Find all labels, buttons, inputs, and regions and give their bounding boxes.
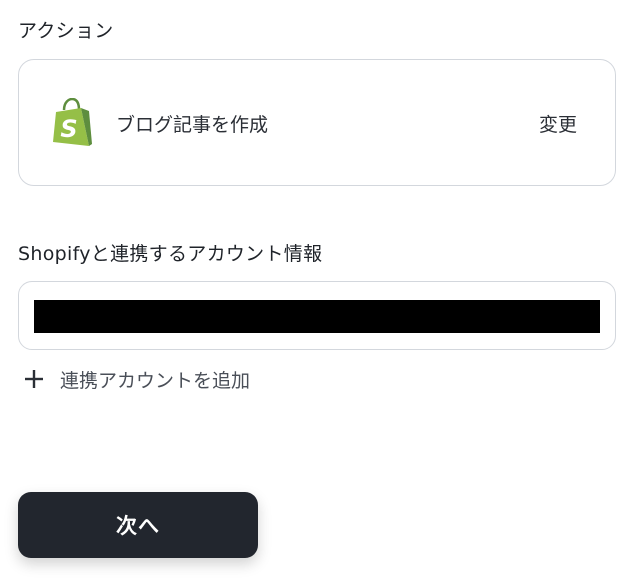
redacted-account-info [34,300,600,333]
action-name: ブログ記事を作成 [116,114,269,136]
change-action-button[interactable]: 変更 [539,110,577,137]
add-account-button[interactable]: 連携アカウントを追加 [22,366,250,392]
next-button[interactable]: 次へ [18,492,258,558]
plus-icon [22,367,46,391]
action-section-label: アクション [18,20,114,42]
shopify-bag-icon: S [51,97,95,148]
action-settings-panel: アクション S ブログ記事を作成 変更 Shopifyと連携するアカウント情報 … [0,0,643,578]
svg-text:S: S [60,115,77,143]
add-account-label: 連携アカウントを追加 [60,369,251,392]
action-card: S ブログ記事を作成 変更 [18,59,616,186]
account-select-field[interactable] [18,281,616,350]
account-section-label: Shopifyと連携するアカウント情報 [18,243,323,265]
